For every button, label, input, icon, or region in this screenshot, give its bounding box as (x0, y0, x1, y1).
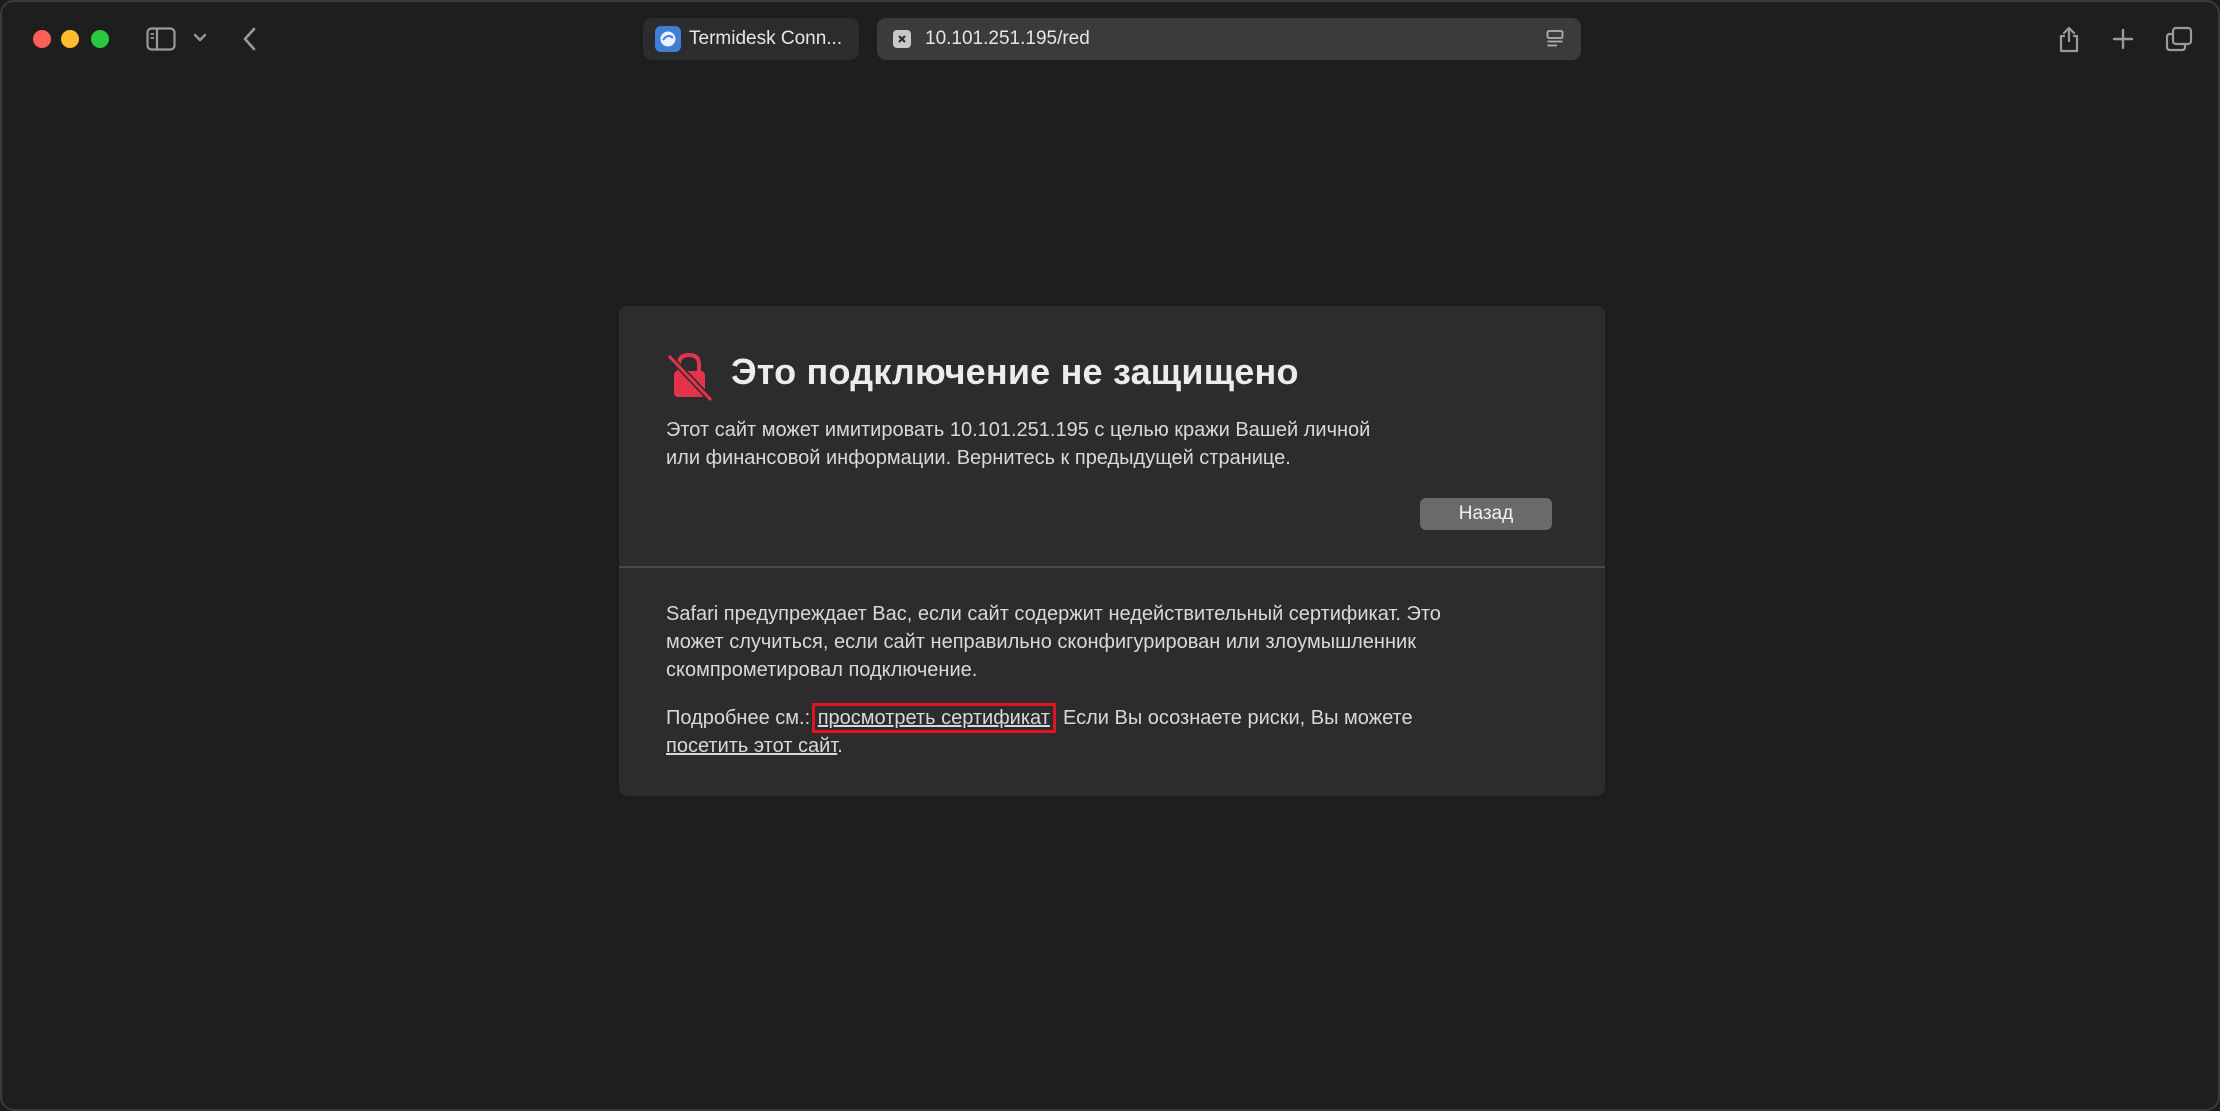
minimize-window-button[interactable] (61, 30, 79, 48)
tabs-overview-icon[interactable] (2165, 26, 2193, 52)
page-title: Это подключение не защищено (731, 351, 1299, 392)
more-suffix: . (837, 735, 843, 757)
address-text[interactable]: 10.101.251.195/red (925, 28, 1090, 50)
back-icon[interactable] (242, 26, 258, 52)
warning-header-section: Это подключение не защищено Этот сайт мо… (619, 306, 1605, 567)
plus-icon[interactable] (2111, 27, 2135, 51)
tab-label: Termidesk Conn... (689, 28, 843, 49)
lead-line-2: или финансовой информации. Вернитесь к п… (666, 447, 1291, 469)
detail-line-1: Safari предупреждает Вас, если сайт соде… (666, 603, 1441, 625)
more-middle: . Если Вы осознаете риски, Вы можете (1051, 707, 1413, 729)
warning-detail-text: Safari предупреждает Вас, если сайт соде… (666, 600, 1526, 684)
more-prefix: Подробнее см.: (666, 707, 816, 729)
termidesk-favicon (655, 26, 681, 52)
detail-line-3: скомпрометировал подключение. (666, 659, 978, 681)
browser-window: Termidesk Conn... 10.101.251.195/red Это… (0, 0, 2220, 1111)
close-window-button[interactable] (33, 30, 51, 48)
visit-site-link[interactable]: посетить этот сайт (666, 735, 837, 757)
toolbar: Termidesk Conn... 10.101.251.195/red (2, 2, 2218, 76)
tab-current-address[interactable]: 10.101.251.195/red (877, 18, 1581, 60)
back-button[interactable]: Назад (1420, 498, 1552, 530)
reader-icon[interactable] (1545, 29, 1565, 55)
certificate-warning-card: Это подключение не защищено Этот сайт мо… (619, 306, 1605, 796)
close-x-icon[interactable] (893, 30, 911, 48)
divider (619, 566, 1605, 568)
view-certificate-link[interactable]: просмотреть сертификат (811, 703, 1056, 733)
detail-line-2: может случиться, если сайт неправильно с… (666, 631, 1416, 653)
warning-lead-text: Этот сайт может имитировать 10.101.251.1… (666, 416, 1466, 472)
broken-lock-icon (665, 350, 715, 407)
more-info-text: Подробнее см.: просмотреть сертификат. Е… (666, 703, 1526, 760)
chevron-down-icon[interactable] (193, 33, 207, 43)
tab-termidesk[interactable]: Termidesk Conn... (643, 18, 859, 60)
lead-line-1: Этот сайт может имитировать 10.101.251.1… (666, 419, 1371, 441)
share-icon[interactable] (2057, 24, 2081, 54)
sidebar-icon[interactable] (146, 27, 176, 51)
zoom-window-button[interactable] (91, 30, 109, 48)
